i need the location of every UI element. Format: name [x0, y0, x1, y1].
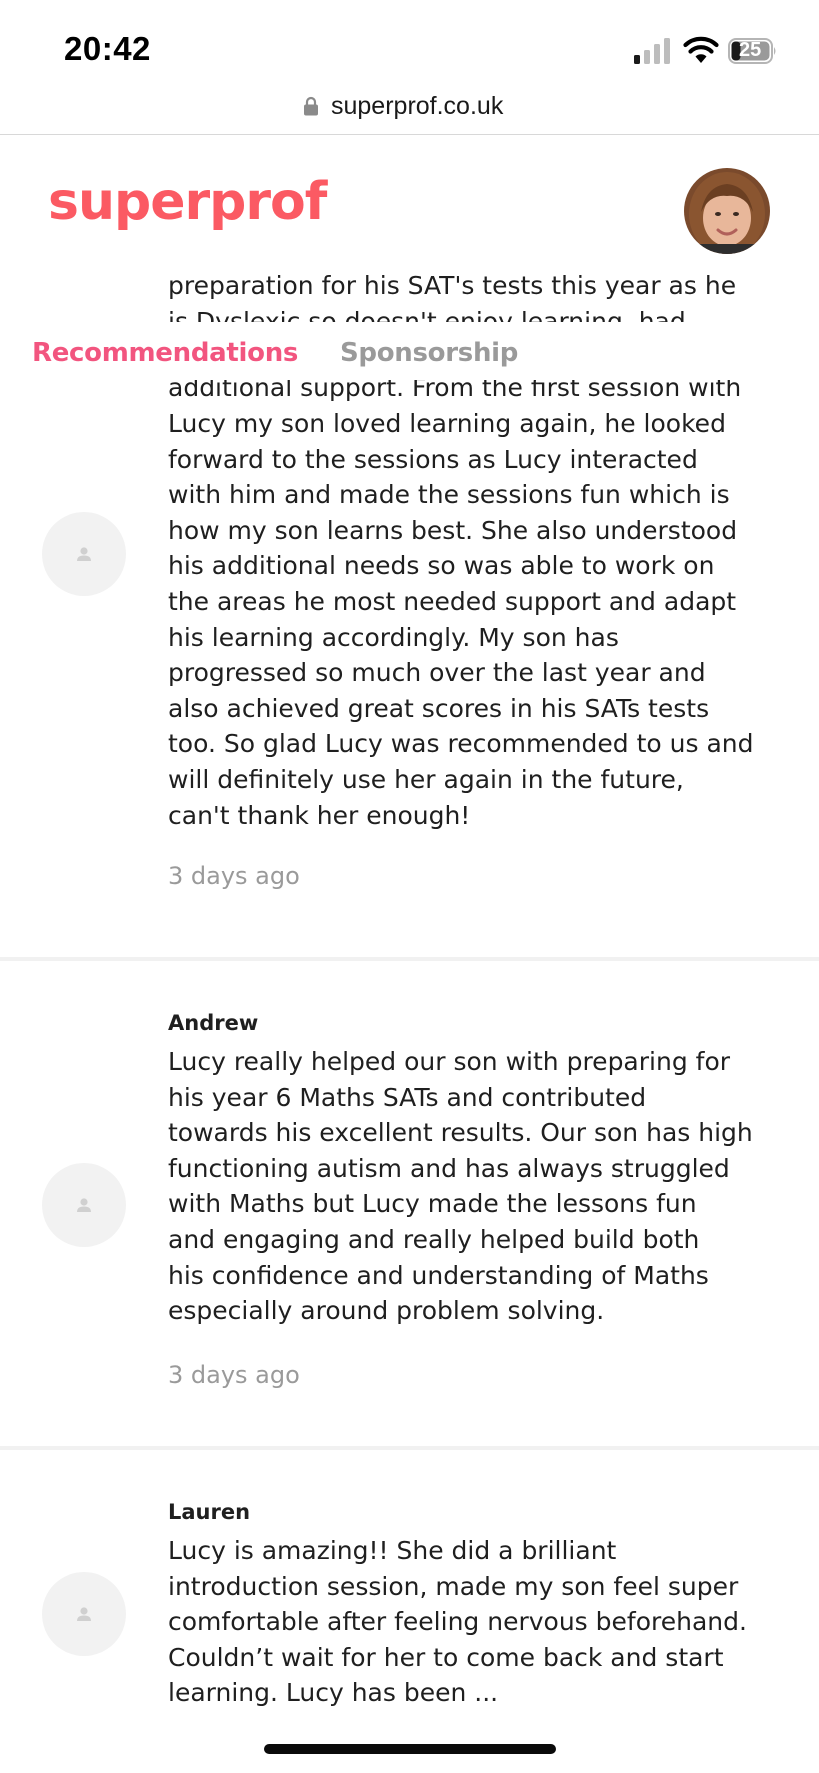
review-card: Andrew Lucy really helped our son with p…	[0, 961, 819, 1446]
review-author: Lauren	[168, 1500, 251, 1524]
clipped-line: additional support. From the first sessi…	[168, 380, 742, 402]
tab-recommendations[interactable]: Recommendations	[32, 338, 298, 368]
review-author: Andrew	[168, 1011, 259, 1035]
reviewer-avatar	[42, 1572, 126, 1656]
superprof-logo[interactable]: superprof	[48, 172, 327, 232]
review-time: 3 days ago	[168, 1361, 300, 1389]
clock: 20:42	[64, 30, 151, 67]
clipped-review-text: additional support. From the first sessi…	[168, 380, 788, 406]
cellular-signal-icon	[634, 38, 670, 64]
tab-bar: Recommendations Sponsorship	[0, 332, 819, 380]
status-bar: 20:42 25	[0, 0, 819, 86]
user-icon	[77, 547, 91, 561]
profile-avatar[interactable]	[684, 168, 770, 254]
user-icon	[77, 1198, 91, 1212]
review-time: 3 days ago	[168, 862, 300, 890]
review-text: Lucy my son loved learning again, he loo…	[168, 409, 754, 830]
address-bar[interactable]: superprof.co.uk	[0, 86, 819, 135]
home-indicator[interactable]	[264, 1744, 556, 1754]
clipped-review-text: preparation for his SAT's tests this yea…	[168, 268, 788, 322]
reviewer-avatar	[42, 512, 126, 596]
review-card: Lucy my son loved learning again, he loo…	[0, 406, 819, 956]
review-text: Lucy is amazing!! She did a brilliant in…	[168, 1536, 747, 1708]
reviewer-avatar	[42, 1163, 126, 1247]
clipped-line: preparation for his SAT's tests this yea…	[168, 271, 737, 300]
tab-sponsorship[interactable]: Sponsorship	[340, 338, 518, 368]
battery-icon: 25	[728, 38, 778, 64]
battery-level: 25	[739, 39, 762, 61]
user-icon	[77, 1607, 91, 1621]
url-text: superprof.co.uk	[331, 91, 504, 120]
review-card: Lauren Lucy is amazing!! She did a brill…	[0, 1450, 819, 1740]
lock-icon	[304, 96, 318, 116]
wifi-icon	[683, 36, 719, 63]
review-text: Lucy really helped our son with preparin…	[168, 1047, 753, 1326]
clipped-line: is Dyslexic so doesn't enjoy learning, h…	[168, 306, 686, 322]
